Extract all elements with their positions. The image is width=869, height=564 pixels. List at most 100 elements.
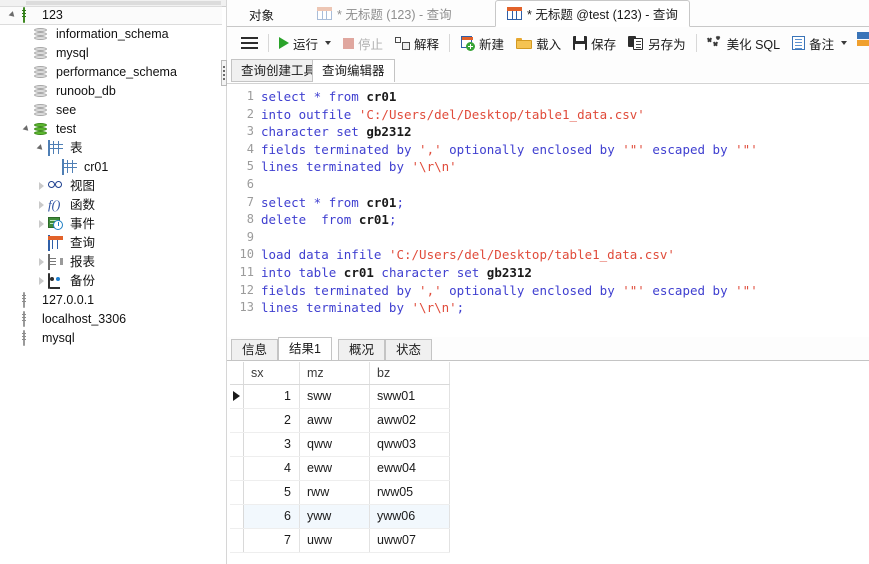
tab-query-editor[interactable]: 查询编辑器	[312, 59, 395, 83]
tree-node-[interactable]: f() 函数	[0, 196, 226, 215]
cell-bz[interactable]: sww01	[370, 385, 450, 408]
overflow-toolbar-icon[interactable]	[857, 32, 869, 48]
tree-node-information_schema[interactable]: information_schema	[0, 25, 226, 44]
grid-body[interactable]: 1 sww sww01 2 aww aww02 3 qww qww03 4 eww eww04 5 rww…	[230, 385, 450, 553]
hamburger-icon[interactable]	[241, 36, 258, 50]
code-token: optionally enclosed by	[441, 141, 623, 157]
code-token: into table	[261, 264, 344, 280]
tab-objects[interactable]: 对象	[249, 5, 274, 24]
cell-sx[interactable]: 1	[244, 385, 300, 408]
column-header-mz[interactable]: mz	[300, 362, 370, 384]
expand-arrow-open-icon[interactable]	[8, 6, 20, 25]
tab-query-untitled-2[interactable]: * 无标题 @test (123) - 查询	[495, 0, 690, 27]
run-button[interactable]: 运行	[273, 30, 337, 56]
tree-node-[interactable]: 表	[0, 139, 226, 158]
cell-sx[interactable]: 6	[244, 505, 300, 528]
tree-node-test[interactable]: test	[0, 120, 226, 139]
table-row[interactable]: 7 uww uww07	[230, 529, 450, 553]
table-row[interactable]: 5 rww rww05	[230, 481, 450, 505]
event-icon	[48, 216, 65, 233]
result-grid[interactable]: sx mz bz 1 sww sww01 2 aww aww02 3 qww qww03 4 eww ew…	[227, 362, 869, 564]
row-selector[interactable]	[230, 505, 244, 528]
row-selector[interactable]	[230, 409, 244, 432]
row-selector[interactable]	[230, 529, 244, 552]
tree-scroll-strip[interactable]	[26, 1, 221, 5]
expand-arrow-closed-icon[interactable]	[36, 196, 48, 215]
cell-mz[interactable]: uww	[300, 529, 370, 552]
expand-arrow-open-icon[interactable]	[22, 120, 34, 139]
cell-bz[interactable]: qww03	[370, 433, 450, 456]
toolbar-divider	[695, 34, 697, 52]
expand-arrow-closed-icon[interactable]	[36, 215, 48, 234]
database-tree[interactable]: 123 information_schema mysql performance_sc…	[0, 6, 226, 348]
cell-mz[interactable]: rww	[300, 481, 370, 504]
sql-editor[interactable]: 1 select * from cr01 2 into outfile 'C:/Use…	[227, 83, 869, 333]
table-row[interactable]: 1 sww sww01	[230, 385, 450, 409]
result-tab-概况[interactable]: 概况	[338, 339, 386, 361]
save-as-button[interactable]: 另存为	[622, 30, 692, 56]
code-token: '"'	[735, 282, 758, 298]
tree-node-127001[interactable]: 127.0.0.1	[0, 291, 226, 310]
table-row[interactable]: 4 eww eww04	[230, 457, 450, 481]
chevron-down-icon[interactable]	[841, 41, 848, 45]
stop-button[interactable]: 停止	[337, 30, 389, 56]
tree-node-[interactable]: 查询	[0, 234, 226, 253]
table-row[interactable]: 2 aww aww02	[230, 409, 450, 433]
tree-node-[interactable]: 事件	[0, 215, 226, 234]
tree-node-[interactable]: 备份	[0, 272, 226, 291]
tree-node-[interactable]: 视图	[0, 177, 226, 196]
cell-mz[interactable]: yww	[300, 505, 370, 528]
cell-mz[interactable]: eww	[300, 457, 370, 480]
code-text: lines terminated by '\r\n'	[261, 158, 869, 176]
cell-sx[interactable]: 5	[244, 481, 300, 504]
cell-bz[interactable]: eww04	[370, 457, 450, 480]
tree-node-mysql[interactable]: mysql	[0, 44, 226, 63]
sql-code[interactable]: 1 select * from cr01 2 into outfile 'C:/Use…	[227, 88, 869, 317]
beautify-sql-button[interactable]: 美化 SQL	[701, 30, 787, 56]
cell-mz[interactable]: qww	[300, 433, 370, 456]
tree-node-mysql[interactable]: mysql	[0, 329, 226, 348]
cell-sx[interactable]: 7	[244, 529, 300, 552]
tree-node-runoob_db[interactable]: runoob_db	[0, 82, 226, 101]
cell-sx[interactable]: 2	[244, 409, 300, 432]
tab-query-untitled-1[interactable]: * 无标题 (123) - 查询	[306, 0, 463, 27]
tree-node-see[interactable]: see	[0, 101, 226, 120]
tree-node-cr01[interactable]: cr01	[0, 158, 226, 177]
column-header-sx[interactable]: sx	[244, 362, 300, 384]
cell-sx[interactable]: 3	[244, 433, 300, 456]
expand-arrow-closed-icon[interactable]	[36, 272, 48, 291]
load-button[interactable]: 载入	[510, 30, 567, 56]
explain-button[interactable]: 解释	[389, 30, 445, 56]
tree-node-[interactable]: 报表	[0, 253, 226, 272]
column-header-bz[interactable]: bz	[370, 362, 450, 384]
expand-arrow-none	[8, 291, 20, 310]
cell-bz[interactable]: yww06	[370, 505, 450, 528]
result-tab-结果1[interactable]: 结果1	[278, 337, 332, 361]
expand-arrow-closed-icon[interactable]	[36, 253, 48, 272]
new-button[interactable]: 新建	[454, 30, 510, 56]
cell-bz[interactable]: uww07	[370, 529, 450, 552]
row-selector[interactable]	[230, 385, 244, 408]
table-row[interactable]: 6 yww yww06	[230, 505, 450, 529]
result-tab-baseline	[227, 360, 869, 361]
result-tab-状态[interactable]: 状态	[385, 339, 433, 361]
save-button[interactable]: 保存	[567, 30, 622, 56]
cell-mz[interactable]: aww	[300, 409, 370, 432]
row-selector[interactable]	[230, 457, 244, 480]
row-selector[interactable]	[230, 481, 244, 504]
chevron-down-icon[interactable]	[325, 41, 332, 45]
tree-node-performance_schema[interactable]: performance_schema	[0, 63, 226, 82]
tree-node-localhost_3306[interactable]: localhost_3306	[0, 310, 226, 329]
cell-mz[interactable]: sww	[300, 385, 370, 408]
tree-node-123[interactable]: 123	[0, 6, 222, 25]
result-tab-信息[interactable]: 信息	[231, 339, 279, 361]
expand-arrow-open-icon[interactable]	[36, 139, 48, 158]
code-token: select * from	[261, 194, 367, 210]
row-selector[interactable]	[230, 433, 244, 456]
comment-button[interactable]: 备注	[786, 30, 853, 56]
cell-sx[interactable]: 4	[244, 457, 300, 480]
cell-bz[interactable]: aww02	[370, 409, 450, 432]
cell-bz[interactable]: rww05	[370, 481, 450, 504]
expand-arrow-closed-icon[interactable]	[36, 177, 48, 196]
table-row[interactable]: 3 qww qww03	[230, 433, 450, 457]
